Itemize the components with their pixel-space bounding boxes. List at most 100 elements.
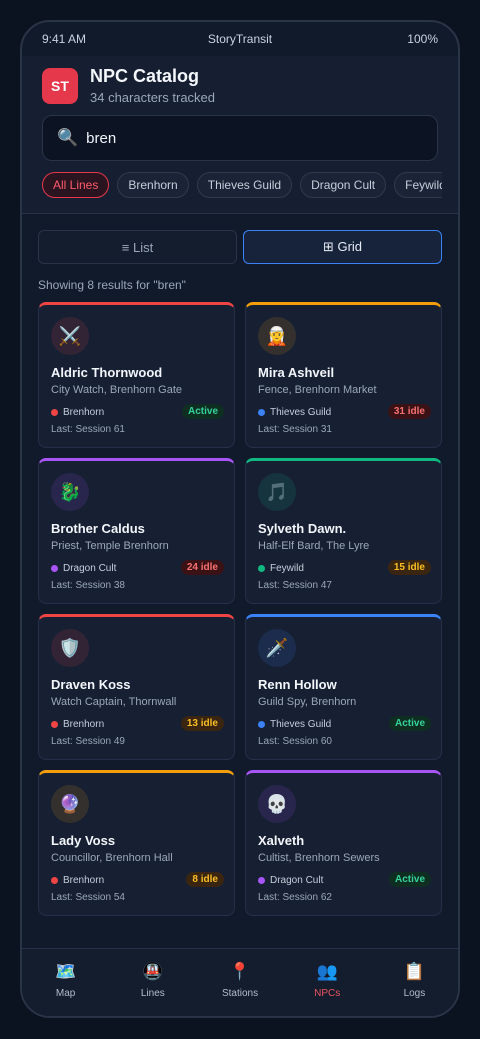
nav-item-label: NPCs [314, 988, 341, 999]
line-filter-chips: All Lines Brenhorn Thieves Guild Dragon … [42, 172, 442, 200]
page-title: NPC Catalog [90, 66, 200, 86]
map-icon: 🗺️ [55, 962, 77, 981]
search-input[interactable] [86, 129, 387, 147]
npc-last-session: Last: Session 60 [258, 736, 332, 747]
dagger-icon: 🗡️ [258, 629, 296, 667]
line-color-dot [258, 721, 265, 728]
nav-item-label: Stations [221, 988, 259, 999]
status-badge: 24 idle [180, 560, 224, 575]
npc-grid: ⚔️ Aldric Thornwood City Watch, Brenhorn G… [38, 302, 442, 916]
nav-item-label: Map [55, 988, 76, 999]
npc-last-session: Last: Session 38 [51, 580, 125, 591]
npc-name: Lady Voss [51, 833, 116, 848]
app-header: ST NPC Catalog 34 characters tracked 🔍 A… [22, 56, 458, 214]
npc-last-session: Last: Session 31 [258, 424, 332, 435]
npc-role: Watch Captain, Thornwall [51, 696, 177, 708]
npc-line: Brenhorn [51, 719, 104, 730]
npc-name: Sylveth Dawn. [258, 521, 347, 536]
list-view-button[interactable]: ≡ List [38, 230, 237, 264]
filter-chip-dragon-cult[interactable]: Dragon Cult [300, 172, 387, 198]
npc-name: Draven Koss [51, 677, 131, 692]
npc-card[interactable]: 🗡️ Renn Hollow Guild Spy, Brenhorn Thieves … [245, 614, 442, 760]
filter-chip-thieves-guild[interactable]: Thieves Guild [196, 172, 293, 198]
npc-card[interactable]: 💀 Xalveth Cultist, Brenhorn Sewers Dragon C… [245, 770, 442, 916]
status-carrier: StoryTransit [207, 32, 273, 46]
npc-card[interactable]: 🧝 Mira Ashveil Fence, Brenhorn Market Thiev… [245, 302, 442, 448]
npc-line: Thieves Guild [258, 407, 331, 418]
nav-item-npcs[interactable]: 👥 NPCs [284, 949, 371, 1016]
npc-line-label: Thieves Guild [270, 719, 332, 730]
nav-item-stations[interactable]: 📍 Stations [196, 949, 283, 1016]
npc-name: Mira Ashveil [258, 365, 335, 380]
results-count: Showing 8 results for "bren" [38, 278, 186, 292]
npc-name: Aldric Thornwood [51, 365, 163, 380]
npc-line-label: Dragon Cult [63, 563, 117, 574]
skull-icon: 💀 [258, 785, 296, 823]
elf-icon: 🧝 [258, 317, 296, 355]
npc-last-session: Last: Session 49 [51, 736, 125, 747]
npc-line: Feywild [258, 563, 304, 574]
npc-card[interactable]: 🔮 Lady Voss Councillor, Brenhorn Hall Brenh… [38, 770, 235, 916]
search-icon: 🔍 [57, 128, 79, 147]
npc-card[interactable]: 🛡️ Draven Koss Watch Captain, Thornwall Bre… [38, 614, 235, 760]
npc-line: Thieves Guild [258, 719, 331, 730]
page-subtitle: 34 characters tracked [90, 90, 216, 105]
filter-chip-feywild[interactable]: Feywild [394, 172, 442, 198]
music-note-icon: 🎵 [258, 473, 296, 511]
line-color-dot [51, 877, 58, 884]
npc-line: Dragon Cult [258, 875, 323, 886]
npc-role: Priest, Temple Brenhorn [51, 540, 169, 552]
status-time: 9:41 AM [42, 32, 87, 46]
npc-role: Half-Elf Bard, The Lyre [258, 540, 370, 552]
npc-line-label: Thieves Guild [270, 407, 332, 418]
npc-line: Brenhorn [51, 407, 104, 418]
npc-card[interactable]: 🐉 Brother Caldus Priest, Temple Brenhorn Dr… [38, 458, 235, 604]
npc-last-session: Last: Session 47 [258, 580, 332, 591]
npc-name: Brother Caldus [51, 521, 145, 536]
npc-card[interactable]: 🎵 Sylveth Dawn. Half-Elf Bard, The Lyre Fey… [245, 458, 442, 604]
line-color-dot [258, 877, 265, 884]
crossed-swords-icon: ⚔️ [51, 317, 89, 355]
nav-item-logs[interactable]: 📋 Logs [371, 949, 458, 1016]
npc-line-label: Brenhorn [63, 407, 105, 418]
line-color-dot [51, 409, 58, 416]
npc-role: Guild Spy, Brenhorn [258, 696, 357, 708]
filter-chip-brenhorn[interactable]: Brenhorn [117, 172, 189, 198]
npc-last-session: Last: Session 62 [258, 892, 332, 903]
nav-item-label: Logs [403, 988, 426, 999]
line-color-dot [51, 721, 58, 728]
nav-item-lines[interactable]: 🚇 Lines [109, 949, 196, 1016]
pin-icon: 📍 [229, 962, 251, 981]
status-badge: Active [388, 716, 431, 731]
npc-line: Dragon Cult [51, 563, 116, 574]
status-badge: 15 idle [387, 560, 431, 575]
npc-line-label: Feywild [270, 563, 304, 574]
npc-last-session: Last: Session 61 [51, 424, 125, 435]
line-color-dot [258, 565, 265, 572]
search-box[interactable]: 🔍 [42, 115, 438, 161]
npc-card[interactable]: ⚔️ Aldric Thornwood City Watch, Brenhorn G… [38, 302, 235, 448]
metro-icon: 🚇 [142, 962, 164, 981]
npc-last-session: Last: Session 54 [51, 892, 125, 903]
view-toggle: ≡ List ⊞ Grid [38, 230, 442, 264]
nav-item-map[interactable]: 🗺️ Map [22, 949, 109, 1016]
npc-line-label: Brenhorn [63, 875, 105, 886]
npc-role: City Watch, Brenhorn Gate [51, 384, 183, 396]
grid-view-button[interactable]: ⊞ Grid [243, 230, 442, 264]
nav-item-label: Lines [140, 988, 165, 999]
npc-line-label: Dragon Cult [270, 875, 324, 886]
npc-role: Cultist, Brenhorn Sewers [258, 852, 380, 864]
npc-name: Xalveth [258, 833, 305, 848]
npc-role: Councillor, Brenhorn Hall [51, 852, 173, 864]
phone-frame: 9:41 AM StoryTransit 100% ST NPC Catalog… [20, 20, 460, 1018]
crystal-ball-icon: 🔮 [51, 785, 89, 823]
status-badge: Active [388, 872, 431, 887]
filter-chip-all-lines[interactable]: All Lines [42, 172, 110, 198]
status-badge: 8 idle [186, 872, 224, 887]
clipboard-icon: 📋 [403, 962, 425, 981]
npc-line: Brenhorn [51, 875, 104, 886]
shield-icon: 🛡️ [51, 629, 89, 667]
status-battery: 100% [407, 32, 438, 46]
npc-role: Fence, Brenhorn Market [258, 384, 377, 396]
people-icon: 👥 [316, 962, 338, 981]
